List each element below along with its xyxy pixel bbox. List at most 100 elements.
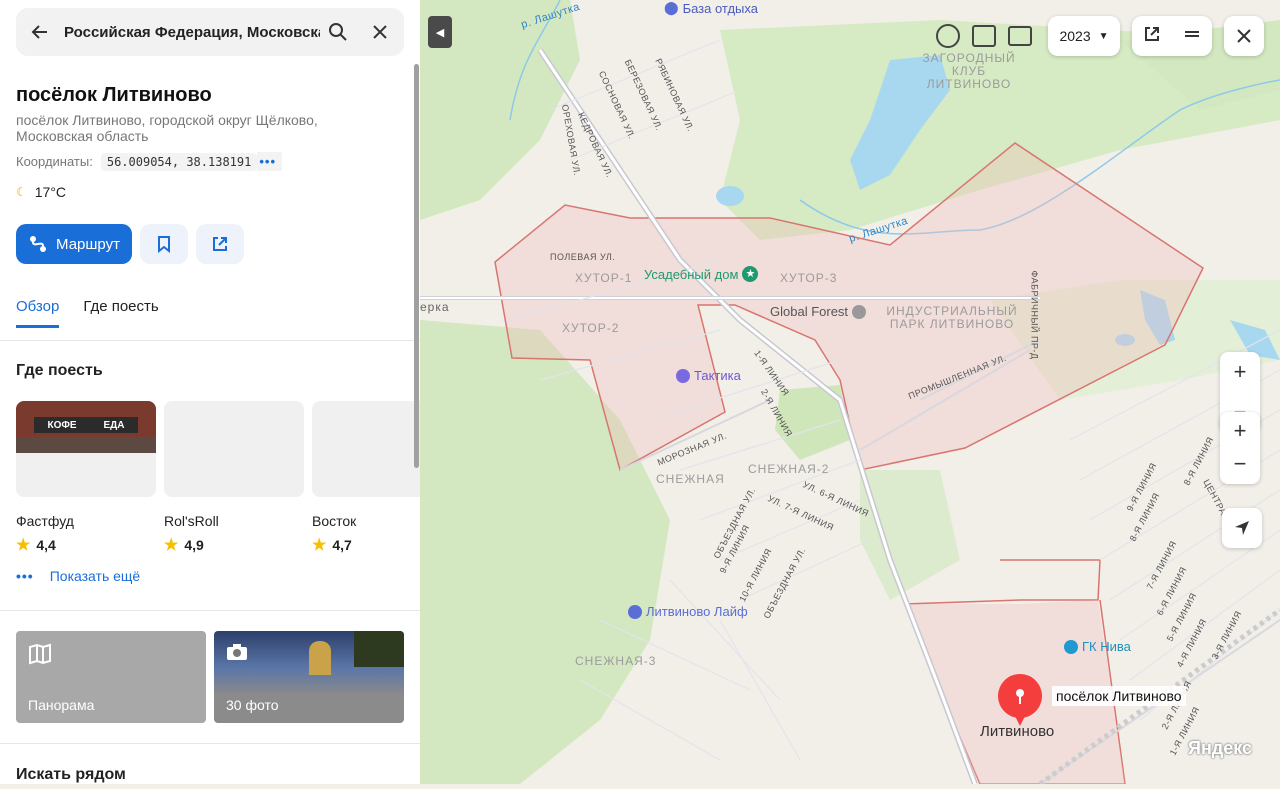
search-input[interactable]: Российская Федерация, Московская область… xyxy=(64,24,320,41)
route-icon xyxy=(30,236,47,252)
poi-taktika[interactable]: Тактика xyxy=(676,368,741,383)
panel-scrollbar[interactable] xyxy=(414,64,419,468)
close-map-button[interactable] xyxy=(1224,16,1264,56)
map-canvas[interactable]: ⬤ База отдыха ЗАГОРОДНЫЙ КЛУБ ЛИТВИНОВО … xyxy=(420,0,1280,787)
zoom-control-secondary: + − xyxy=(1220,412,1260,484)
area-label: СНЕЖНАЯ xyxy=(656,472,725,486)
star-icon: ★ xyxy=(742,266,759,282)
building-icon xyxy=(628,604,642,619)
rating-value: 4,7 xyxy=(332,537,352,553)
panorama-label: Панорама xyxy=(28,697,95,713)
restaurant-card[interactable]: Восток ★ 4,7 xyxy=(312,401,420,555)
map-background xyxy=(420,0,1280,787)
zoom-in-button[interactable]: + xyxy=(1220,412,1260,444)
place-panel: Российская Федерация, Московская область… xyxy=(0,0,420,784)
share-button[interactable] xyxy=(196,224,244,264)
sign-text: КОФЕ xyxy=(47,419,77,431)
restaurant-card[interactable]: Rol'sRoll ★ 4,9 xyxy=(164,401,304,555)
poi-global-forest[interactable]: Global Forest xyxy=(770,304,867,319)
tree-image xyxy=(354,631,404,667)
route-label: Маршрут xyxy=(56,235,120,253)
section-title: Где поесть xyxy=(16,362,103,379)
temperature: 17°C xyxy=(34,184,67,200)
layers-icon[interactable] xyxy=(936,24,960,48)
back-button[interactable] xyxy=(16,8,64,56)
restaurant-photo: КОФЕ ЕДА xyxy=(16,401,156,497)
panorama-icon xyxy=(28,643,52,670)
collapse-panel-button[interactable]: ◀ xyxy=(428,16,452,48)
rating-value: 4,4 xyxy=(36,537,56,553)
rating: ★ 4,9 xyxy=(164,535,304,555)
camera-icon[interactable] xyxy=(1008,26,1032,46)
poi-pin-icon: ⬤ xyxy=(664,0,679,15)
area-club-label: ЗАГОРОДНЫЙ КЛУБ ЛИТВИНОВО xyxy=(922,51,1016,91)
tab-bar: Обзор Где поесть xyxy=(16,298,159,328)
church-dome-image xyxy=(309,641,331,675)
open-external-icon[interactable] xyxy=(1143,25,1161,48)
yandex-logo: Яндекс xyxy=(1188,738,1253,758)
search-bar[interactable]: Российская Федерация, Московская область… xyxy=(16,8,404,56)
menu-icon[interactable] xyxy=(1183,25,1201,48)
poi-label: Тактика xyxy=(694,368,741,383)
poi-gk-niva[interactable]: ГК Нива xyxy=(1064,639,1131,654)
restaurant-card[interactable]: КОФЕ ЕДА Фастфуд ★ 4,4 xyxy=(16,401,156,555)
place-title: посёлок Литвиново xyxy=(16,84,212,106)
place-subtitle: посёлок Литвиново, городской округ Щёлко… xyxy=(16,112,318,144)
tab-where-to-eat[interactable]: Где поесть xyxy=(83,298,158,328)
rating: ★ 4,4 xyxy=(16,535,156,555)
tab-overview[interactable]: Обзор xyxy=(16,298,60,328)
year-select[interactable]: 2023 ▼ xyxy=(1048,16,1120,56)
bookmark-button[interactable] xyxy=(140,224,188,264)
area-label: ХУТОР-2 xyxy=(562,321,620,335)
poi-litvinovo-life[interactable]: Литвиново Лайф xyxy=(628,604,748,619)
divider xyxy=(0,610,420,611)
building-icon xyxy=(852,304,867,319)
location-pin-icon[interactable] xyxy=(996,674,1044,733)
poi-usadebny-dom[interactable]: Усадебный дом ★ xyxy=(644,266,759,282)
gamepad-icon xyxy=(676,368,690,383)
show-more-link[interactable]: ••• Показать ещё xyxy=(16,568,140,584)
zoom-out-button[interactable]: − xyxy=(1220,444,1260,484)
street-label: ФАБРИЧНЫЙ ПР-Д xyxy=(1029,270,1040,360)
coordinates-value[interactable]: 56.009054, 38.138191 xyxy=(100,152,258,171)
route-button[interactable]: Маршрут xyxy=(16,224,132,264)
poi-label: Усадебный дом xyxy=(644,266,739,282)
clear-search-button[interactable] xyxy=(356,8,404,56)
panorama-tile[interactable]: Панорама xyxy=(16,631,206,723)
close-icon xyxy=(373,25,387,39)
area-label: ИНДУСТРИАЛЬНЫЙ ПАРК ЛИТВИНОВО xyxy=(886,304,1018,331)
search-button[interactable] xyxy=(320,8,356,56)
triangle-left-icon: ◀ xyxy=(435,26,445,39)
restaurant-name: Восток xyxy=(312,513,357,529)
map-layer-bar xyxy=(924,16,1044,56)
photos-tile[interactable]: 30 фото xyxy=(214,631,404,723)
search-icon xyxy=(329,23,347,41)
coordinates-row: Координаты: 56.009054, 38.138191 ••• xyxy=(16,152,283,171)
navigation-arrow-icon xyxy=(1235,521,1249,535)
poi-label: Литвиново Лайф xyxy=(646,604,748,619)
pin-label: посёлок Литвиново xyxy=(1052,686,1186,706)
show-more-label: Показать ещё xyxy=(49,568,141,584)
moon-icon: ☾ xyxy=(16,185,27,199)
sign-text: ЕДА xyxy=(103,419,125,431)
year-value: 2023 xyxy=(1059,28,1091,44)
restaurant-name: Rol'sRoll xyxy=(164,513,219,529)
panorama-icon[interactable] xyxy=(972,25,996,47)
window-controls xyxy=(1132,16,1212,56)
coordinates-more-button[interactable]: ••• xyxy=(257,152,283,171)
rating: ★ 4,7 xyxy=(312,535,420,555)
star-icon: ★ xyxy=(164,537,179,554)
zoom-in-button[interactable]: + xyxy=(1220,352,1260,392)
area-label: СНЕЖНАЯ-3 xyxy=(575,654,657,668)
star-icon: ★ xyxy=(16,537,31,554)
arrow-left-icon xyxy=(31,25,47,39)
poi-baza-otdyha[interactable]: ⬤ База отдыха xyxy=(664,0,758,16)
area-label: ХУТОР-3 xyxy=(780,271,838,285)
search-nearby-title: Искать рядом xyxy=(16,766,126,783)
weather: ☾ 17°C xyxy=(16,184,66,200)
geolocation-button[interactable] xyxy=(1222,508,1262,548)
more-dots-icon: ••• xyxy=(16,568,34,584)
poi-label: Global Forest xyxy=(770,304,849,319)
poi-label: База отдыха xyxy=(682,0,758,16)
share-icon xyxy=(213,237,227,251)
